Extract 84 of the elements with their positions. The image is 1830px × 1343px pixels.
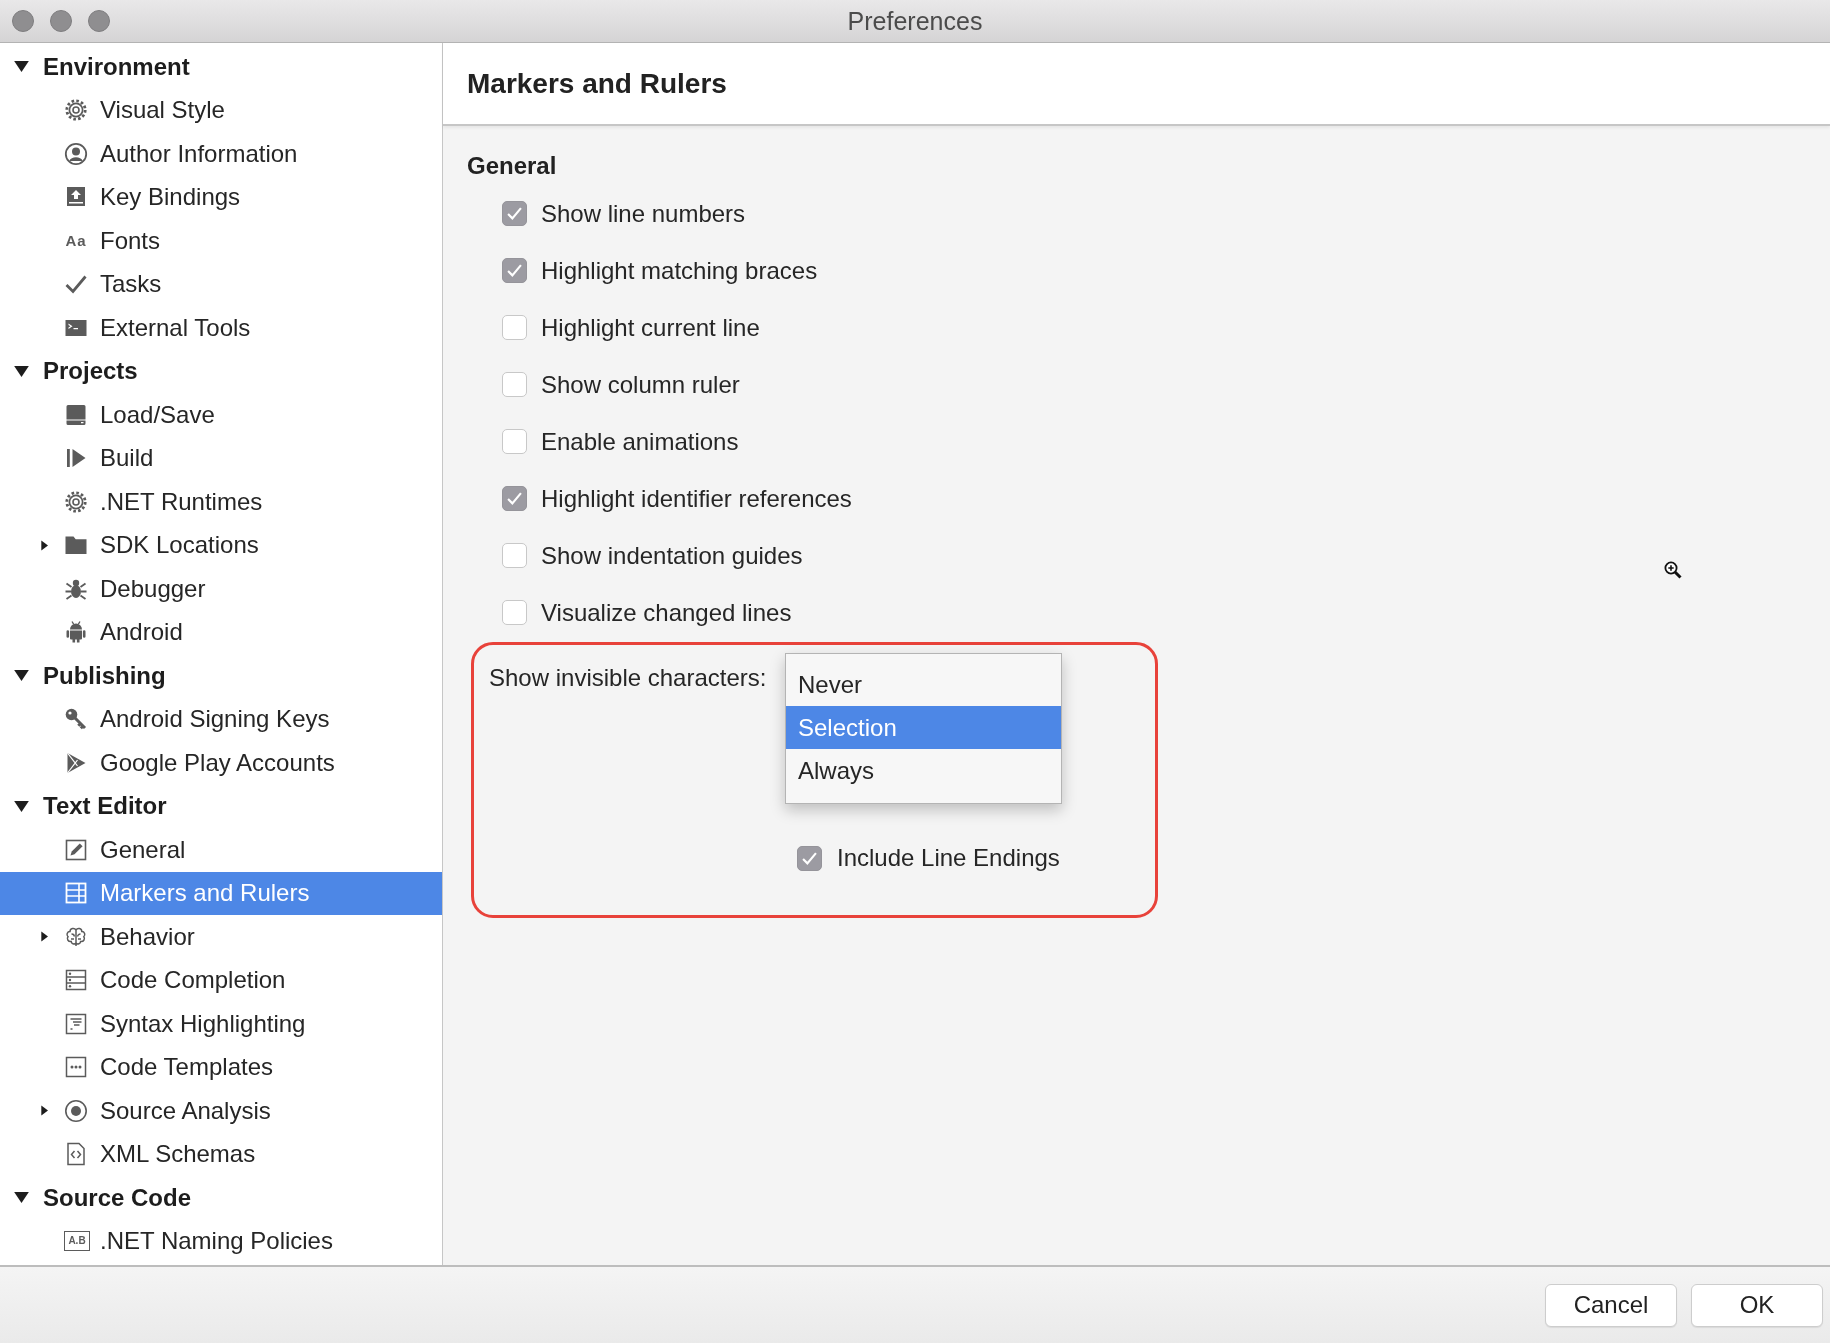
- checkmark-icon: [507, 264, 522, 277]
- play-icon: [64, 750, 88, 775]
- ellipsis-box-icon: [64, 1055, 88, 1080]
- magnifier-plus-icon: [1664, 561, 1682, 579]
- window-title: Preferences: [847, 6, 983, 36]
- close-button[interactable]: [12, 10, 34, 32]
- sidebar-group[interactable]: Source Code: [0, 1176, 442, 1220]
- checkbox[interactable]: [502, 486, 527, 511]
- checkbox[interactable]: [502, 258, 527, 283]
- checkbox-label: Show column ruler: [541, 370, 740, 399]
- sidebar-item[interactable]: Build: [0, 436, 442, 480]
- sidebar-item[interactable]: A.B .NET Naming Policies: [0, 1219, 442, 1263]
- checkmark-icon: [507, 207, 522, 220]
- menu-item[interactable]: Always: [786, 749, 1061, 792]
- checkbox[interactable]: [502, 600, 527, 625]
- robot-icon: [64, 620, 88, 645]
- disclosure-triangle-icon[interactable]: [14, 800, 29, 812]
- sidebar-item[interactable]: Load/Save: [0, 393, 442, 437]
- sidebar-item[interactable]: Debugger: [0, 567, 442, 611]
- sidebar-item[interactable]: General: [0, 828, 442, 872]
- sidebar-group[interactable]: Projects: [0, 349, 442, 393]
- checkbox-label: Include Line Endings: [837, 844, 1060, 872]
- key-icon: [64, 707, 88, 732]
- checkbox-label: Highlight current line: [541, 313, 760, 342]
- radio-icon: [64, 1098, 88, 1123]
- pencil-square-icon: [64, 837, 88, 862]
- checkbox[interactable]: [502, 201, 527, 226]
- checkbox-label: Visualize changed lines: [541, 598, 792, 627]
- sidebar-item[interactable]: Code Completion: [0, 958, 442, 1002]
- sidebar-item[interactable]: Author Information: [0, 132, 442, 176]
- sidebar-item[interactable]: Source Analysis: [0, 1089, 442, 1133]
- section-heading: General: [467, 152, 558, 180]
- checkbox-label: Show indentation guides: [541, 541, 803, 570]
- sidebar-item[interactable]: Syntax Highlighting: [0, 1002, 442, 1046]
- hard-drive-icon: [64, 402, 88, 427]
- checkmark-icon: [507, 492, 522, 505]
- sidebar-group[interactable]: Environment: [0, 45, 442, 89]
- disclosure-triangle-icon[interactable]: [14, 61, 29, 73]
- letters-icon: Aa: [64, 230, 88, 251]
- sidebar-item[interactable]: Markers and Rulers: [0, 871, 442, 915]
- zoom-button[interactable]: [88, 10, 110, 32]
- grid-icon: [64, 881, 88, 906]
- checkmark-icon: [802, 851, 817, 865]
- checkbox-label: Show line numbers: [541, 199, 746, 228]
- disclosure-triangle-icon[interactable]: [14, 365, 29, 377]
- field-label: Show invisible characters:: [489, 663, 768, 692]
- menu-item[interactable]: Selection: [786, 706, 1061, 749]
- sidebar-item[interactable]: Code Templates: [0, 1045, 442, 1089]
- list-icon: [64, 968, 88, 993]
- checkbox[interactable]: [502, 315, 527, 340]
- checkbox-label: Enable animations: [541, 427, 739, 456]
- checkbox-label: Highlight identifier references: [541, 484, 852, 513]
- disclosure-triangle-icon[interactable]: [14, 670, 29, 682]
- sidebar-item[interactable]: SDK Locations: [0, 523, 442, 567]
- checkbox[interactable]: [797, 845, 822, 871]
- sidebar-item[interactable]: Android Signing Keys: [0, 697, 442, 741]
- sidebar-item[interactable]: Google Play Accounts: [0, 741, 442, 785]
- disclosure-triangle-icon[interactable]: [14, 1192, 29, 1204]
- sidebar-item[interactable]: Key Bindings: [0, 175, 442, 219]
- sidebar-item[interactable]: Aa Fonts: [0, 219, 442, 263]
- sidebar-item[interactable]: Android: [0, 610, 442, 654]
- checkbox[interactable]: [502, 372, 527, 397]
- minimize-button[interactable]: [50, 10, 72, 32]
- code-file-icon: [64, 1142, 88, 1167]
- sidebar-item[interactable]: .NET Runtimes: [0, 480, 442, 524]
- person-icon: [64, 141, 88, 166]
- sidebar-group[interactable]: Publishing: [0, 654, 442, 698]
- gear-icon: [64, 98, 88, 123]
- sidebar-item[interactable]: Tasks: [0, 262, 442, 306]
- cancel-button[interactable]: Cancel: [1545, 1283, 1677, 1327]
- sidebar-item[interactable]: XML Schemas: [0, 1132, 442, 1176]
- letters-box-icon: A.B: [64, 1231, 90, 1252]
- sidebar-item[interactable]: External Tools: [0, 306, 442, 350]
- checkbox[interactable]: [502, 543, 527, 568]
- document-lines-icon: [64, 1011, 88, 1036]
- gear-icon: [64, 489, 88, 514]
- sidebar-item[interactable]: Behavior: [0, 915, 442, 959]
- panel-title: Markers and Rulers: [467, 67, 727, 100]
- sidebar-group[interactable]: Text Editor: [0, 784, 442, 828]
- ok-button[interactable]: OK: [1691, 1283, 1823, 1327]
- checkbox-label: Highlight matching braces: [541, 256, 818, 285]
- menu-item[interactable]: Never: [786, 663, 1061, 706]
- checkbox[interactable]: [502, 429, 527, 454]
- sidebar-item[interactable]: Visual Style: [0, 88, 442, 132]
